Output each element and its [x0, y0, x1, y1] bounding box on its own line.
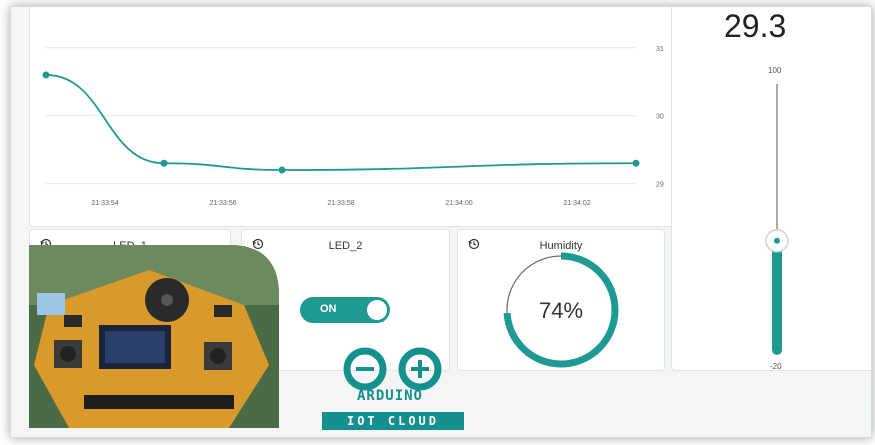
led2-switch-label: ON	[320, 303, 337, 315]
chart-series-line	[45, 74, 637, 171]
led2-switch[interactable]: ON	[300, 297, 390, 323]
x-tick-label: 21:34:02	[563, 200, 590, 207]
y-tick-label: 30	[656, 114, 664, 121]
iot-cloud-label: IOT CLOUD	[322, 412, 464, 430]
humidity-value: 74%	[538, 298, 584, 323]
x-tick-label: 21:33:56	[209, 200, 236, 207]
arduino-logo-icon	[343, 347, 442, 391]
board-photo	[29, 245, 279, 428]
chart-data-point[interactable]	[42, 71, 50, 79]
y-tick-label: 29	[656, 182, 664, 189]
slider-handle-dot	[774, 237, 780, 244]
x-tick-label: 21:33:58	[327, 200, 354, 207]
x-tick-label: 21:34:00	[445, 200, 472, 207]
humidity-card: Humidity 74%	[457, 229, 665, 371]
switch-knob	[367, 300, 387, 320]
temperature-card: 29.3 100 -20	[671, 6, 872, 371]
temperature-slider[interactable]	[672, 6, 872, 370]
temperature-chart-card: 31 30 29 21:33:54 21:33:56 21:33:58 21:34:00 21…	[29, 6, 675, 227]
temperature-line-chart[interactable]: 31 30 29 21:33:54 21:33:56 21:33:58 21:34:00 21…	[30, 6, 674, 226]
chart-data-point[interactable]	[632, 159, 640, 167]
chart-data-point[interactable]	[160, 159, 168, 167]
chart-data-point[interactable]	[278, 166, 286, 174]
plus-icon	[411, 360, 429, 378]
x-tick-label: 21:33:54	[91, 200, 118, 207]
arduino-logo-text: ARDUINO	[356, 388, 423, 404]
y-tick-label: 31	[656, 46, 664, 53]
